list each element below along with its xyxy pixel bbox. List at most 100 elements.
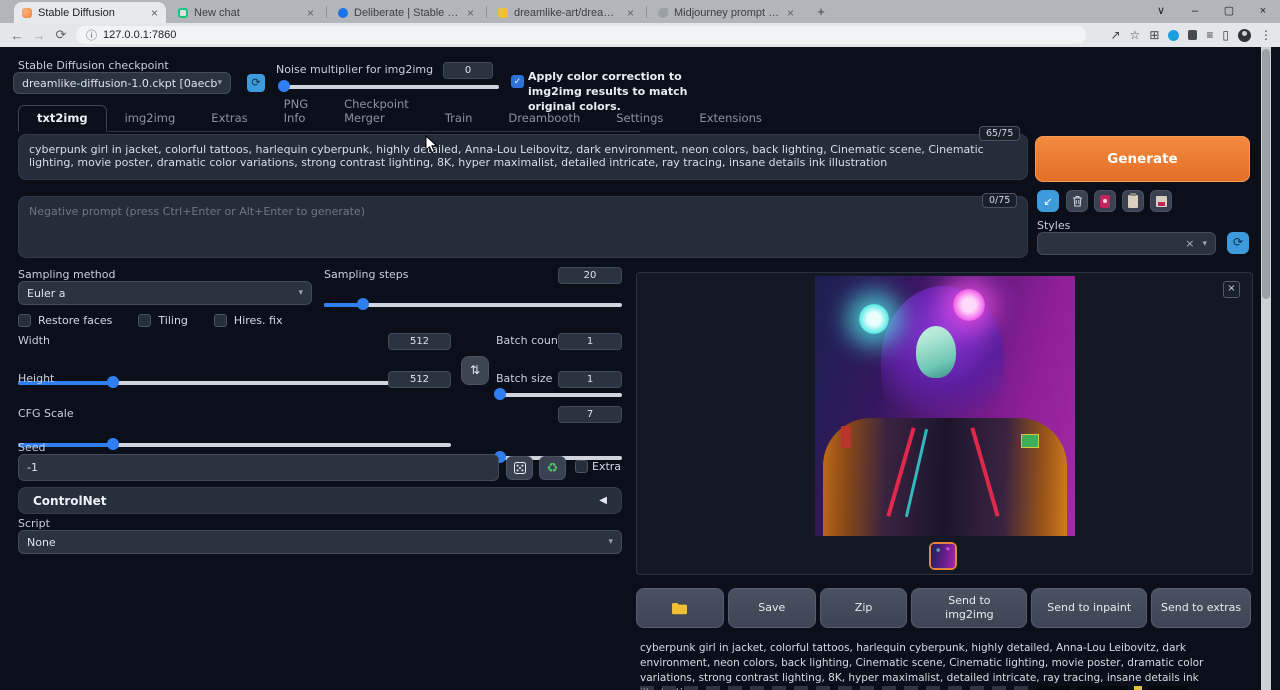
tab-close-icon[interactable]: × [467, 7, 474, 19]
tab-close-icon[interactable]: × [307, 7, 314, 19]
tab-extensions[interactable]: Extensions [681, 106, 779, 131]
browser-tab-new-chat[interactable]: New chat × [170, 2, 322, 23]
styles-refresh-button[interactable]: ⟳ [1227, 232, 1249, 254]
clear-styles-icon[interactable]: × [1185, 237, 1194, 250]
browser-tab-dreamlike[interactable]: dreamlike-art/dreamlike-diffusio × [490, 2, 642, 23]
browser-toolbar: ← → ⟳ ⓘ 127.0.0.1:7860 ↗ ☆ ⊞ ≡ ▯ ⋮ [0, 23, 1280, 47]
negative-prompt-input[interactable] [18, 196, 1028, 258]
swap-dimensions-button[interactable]: ⇅ [461, 356, 489, 385]
hires-fix-checkbox[interactable] [214, 314, 227, 327]
tab-title: New chat [194, 7, 301, 19]
reading-list-icon[interactable]: ≡ [1206, 28, 1213, 42]
generate-button[interactable]: Generate [1035, 136, 1250, 182]
height-value[interactable]: 512 [388, 371, 451, 388]
window-chevron-icon[interactable]: ∨ [1144, 0, 1178, 23]
browser-tab-stable-diffusion[interactable]: Stable Diffusion × [14, 2, 166, 23]
seed-label: Seed [18, 441, 46, 454]
side-panel-icon[interactable]: ▯ [1222, 28, 1229, 42]
send-to-inpaint-button[interactable]: Send to inpaint [1031, 588, 1147, 628]
restore-faces-option[interactable]: Restore faces [18, 314, 112, 327]
batch-count-slider[interactable] [496, 388, 622, 400]
height-slider[interactable] [18, 438, 451, 450]
prompt-input[interactable]: cyberpunk girl in jacket, colorful tatto… [18, 134, 1028, 180]
url-text[interactable]: 127.0.0.1:7860 [103, 29, 176, 41]
clear-prompt-button[interactable] [1066, 190, 1088, 212]
open-folder-button[interactable] [636, 588, 724, 628]
scrollbar-thumb[interactable] [1262, 49, 1270, 299]
tab-txt2img[interactable]: txt2img [18, 105, 107, 132]
restore-faces-checkbox[interactable] [18, 314, 31, 327]
tab-close-icon[interactable]: × [151, 7, 158, 19]
send-to-img2img-button[interactable]: Send to img2img [911, 588, 1027, 628]
paste-params-button[interactable]: ↙ [1037, 190, 1059, 212]
profile-avatar[interactable] [1238, 29, 1251, 42]
tiling-checkbox[interactable] [138, 314, 151, 327]
back-icon[interactable]: ← [6, 28, 28, 43]
extra-seed-checkbox[interactable] [575, 460, 588, 473]
tab-png-info[interactable]: PNG Info [266, 92, 326, 131]
browser-menu-icon[interactable]: ⋮ [1260, 28, 1272, 42]
apps-grid-icon[interactable]: ⊞ [1149, 28, 1159, 42]
width-slider[interactable] [18, 376, 451, 388]
new-tab-button[interactable]: + [812, 3, 830, 21]
extra-networks-button[interactable] [1094, 190, 1116, 212]
tab-checkpoint-merger[interactable]: Checkpoint Merger [326, 92, 427, 131]
zip-button[interactable]: Zip [820, 588, 908, 628]
pinned-extension-icon[interactable] [1188, 30, 1197, 40]
tab-train[interactable]: Train [427, 106, 491, 131]
sampling-steps-value[interactable]: 20 [558, 267, 622, 284]
send-to-extras-button[interactable]: Send to extras [1151, 588, 1251, 628]
forward-icon[interactable]: → [28, 28, 50, 43]
apply-style-button[interactable] [1122, 190, 1144, 212]
window-close-button[interactable]: × [1246, 0, 1280, 23]
noise-multiplier-value[interactable]: 0 [443, 62, 493, 79]
reload-icon[interactable]: ⟳ [50, 27, 72, 43]
tab-img2img[interactable]: img2img [107, 106, 194, 131]
tab-dreambooth[interactable]: Dreambooth [490, 106, 598, 131]
batch-size-label: Batch size [496, 372, 552, 385]
generated-image[interactable] [815, 276, 1075, 536]
gallery-thumbnail[interactable] [929, 542, 957, 570]
close-gallery-button[interactable]: × [1223, 281, 1240, 298]
tab-close-icon[interactable]: × [627, 7, 634, 19]
hires-fix-option[interactable]: Hires. fix [214, 314, 283, 327]
checkpoint-dropdown[interactable]: dreamlike-diffusion-1.0.ckpt [0aecbcfa2c… [13, 72, 231, 94]
media-control-icon[interactable] [1168, 30, 1179, 41]
styles-dropdown[interactable]: × ▾ [1037, 232, 1216, 255]
batch-count-value[interactable]: 1 [558, 333, 622, 350]
window-maximize-button[interactable]: ▢ [1212, 0, 1246, 23]
save-style-button[interactable] [1150, 190, 1172, 212]
tab-extras[interactable]: Extras [193, 106, 265, 131]
checkpoint-refresh-button[interactable]: ⟳ [247, 74, 265, 92]
cfg-scale-label: CFG Scale [18, 407, 74, 420]
site-info-icon[interactable]: ⓘ [86, 27, 97, 43]
reuse-seed-button[interactable]: ♻ [539, 456, 566, 480]
checkpoint-label: Stable Diffusion checkpoint [18, 59, 169, 72]
batch-size-value[interactable]: 1 [558, 371, 622, 388]
script-dropdown[interactable]: None ▾ [18, 530, 622, 554]
tab-settings[interactable]: Settings [598, 106, 681, 131]
browser-tab-midjourney[interactable]: Midjourney prompt examples : L × [650, 2, 802, 23]
sampling-steps-slider[interactable] [324, 298, 622, 310]
restore-faces-label: Restore faces [38, 314, 112, 327]
width-label: Width [18, 334, 50, 347]
tab-close-icon[interactable]: × [787, 7, 794, 19]
color-correction-checkbox[interactable]: ✓ [511, 75, 524, 88]
address-bar[interactable]: ⓘ 127.0.0.1:7860 [76, 26, 1086, 44]
seed-input[interactable]: -1 [18, 454, 499, 481]
window-minimize-button[interactable]: – [1178, 0, 1212, 23]
sampling-method-dropdown[interactable]: Euler a ▾ [18, 281, 312, 305]
tab-separator [646, 6, 647, 18]
width-value[interactable]: 512 [388, 333, 451, 350]
save-button[interactable]: Save [728, 588, 816, 628]
share-icon[interactable]: ↗ [1110, 28, 1120, 42]
random-seed-button[interactable] [506, 456, 533, 480]
cfg-scale-value[interactable]: 7 [558, 406, 622, 423]
browser-tab-deliberate[interactable]: Deliberate | Stable Diffusion Che × [330, 2, 482, 23]
controlnet-accordion[interactable]: ControlNet ◀ [18, 487, 622, 514]
page-scrollbar[interactable] [1261, 47, 1271, 690]
tiling-option[interactable]: Tiling [138, 314, 188, 327]
noise-multiplier-slider[interactable] [281, 80, 499, 92]
bookmark-star-icon[interactable]: ☆ [1130, 28, 1141, 42]
tab-title: Midjourney prompt examples : L [674, 7, 781, 19]
